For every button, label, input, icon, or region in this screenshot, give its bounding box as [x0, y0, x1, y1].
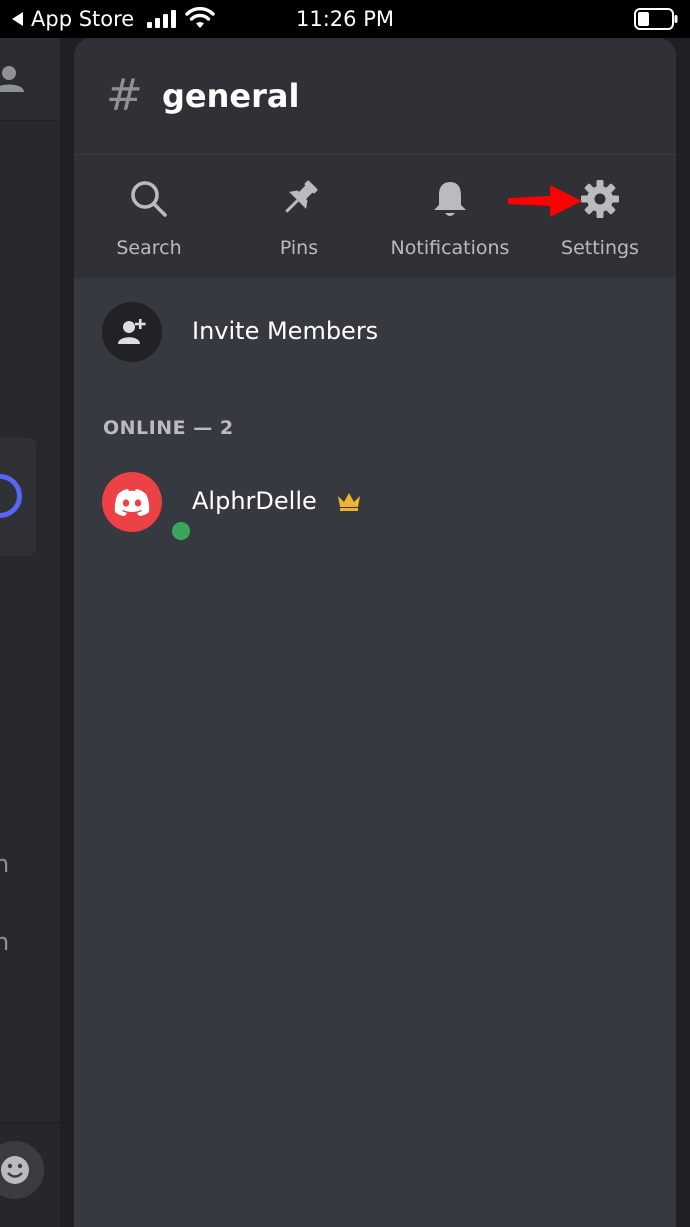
invite-members-button[interactable]: Invite Members — [74, 294, 676, 370]
invite-members-label: Invite Members — [192, 317, 379, 345]
battery-icon — [634, 8, 678, 30]
member-row[interactable]: AlphrDelle — [74, 464, 676, 544]
channel-hash-icon: # — [106, 70, 143, 121]
status-time: 11:26 PM — [296, 7, 394, 31]
members-icon — [0, 66, 24, 92]
notifications-label: Notifications — [390, 237, 510, 259]
bell-icon — [434, 182, 466, 216]
avatar — [102, 472, 194, 544]
background-partial-text: n — [0, 928, 10, 956]
channel-header: # general — [74, 38, 676, 155]
background-composer — [0, 1122, 60, 1227]
annotation-arrow-icon — [508, 185, 582, 217]
channel-drawer: # general Search Pins Notifications Sett… — [74, 38, 676, 1227]
invite-avatar — [102, 302, 162, 362]
pins-button[interactable]: Pins — [224, 177, 374, 267]
online-status-icon — [168, 518, 194, 544]
member-name: AlphrDelle — [192, 487, 317, 515]
gear-icon — [581, 180, 619, 218]
pin-icon — [285, 180, 318, 213]
channel-actions-bar: Search Pins Notifications Settings — [74, 155, 676, 278]
search-icon — [131, 181, 167, 217]
emoji-icon[interactable] — [0, 1141, 44, 1199]
notifications-button[interactable]: Notifications — [375, 177, 525, 267]
pins-label: Pins — [279, 237, 319, 259]
background-header — [0, 38, 60, 121]
discord-screen: App Store 11:26 PM n n # general Search … — [0, 0, 690, 1227]
status-bar: App Store 11:26 PM — [0, 0, 690, 38]
online-section-header: ONLINE — 2 — [103, 417, 234, 439]
search-label: Search — [116, 237, 182, 259]
settings-label: Settings — [561, 237, 639, 259]
emoji-face-icon — [1, 1156, 29, 1184]
discord-logo-icon — [114, 489, 150, 516]
background-channel-view: n n — [0, 38, 60, 1227]
channel-title: general — [162, 77, 300, 115]
search-button[interactable]: Search — [74, 177, 224, 267]
background-partial-text: n — [0, 850, 10, 878]
crown-icon — [338, 493, 360, 511]
add-user-icon — [118, 319, 146, 344]
